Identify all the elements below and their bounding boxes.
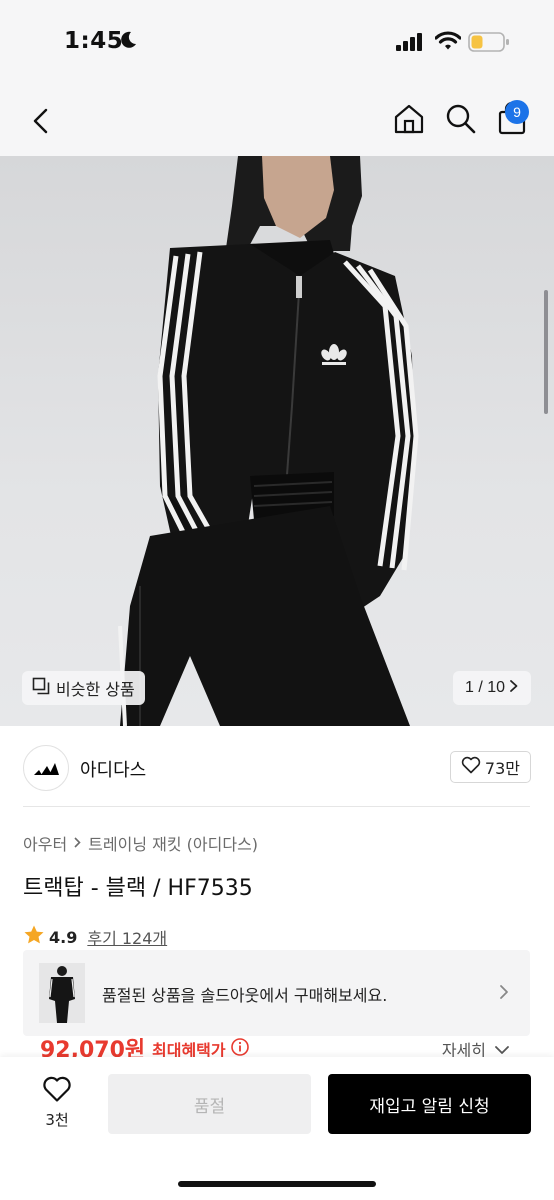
moon-icon — [118, 30, 138, 54]
brand-logo[interactable] — [23, 745, 69, 791]
product-image-gallery[interactable]: 비슷한 상품 1 / 10 — [0, 156, 554, 726]
similar-products-label: 비슷한 상품 — [56, 680, 135, 699]
soldout-banner-text: 품절된 상품을 솔드아웃에서 구매해보세요. — [102, 986, 388, 1005]
chevron-right-icon — [73, 834, 82, 853]
brand-name[interactable]: 아디다스 — [80, 756, 146, 782]
soldout-button: 품절 — [108, 1074, 311, 1134]
product-photo — [118, 156, 419, 726]
review-count-link[interactable]: 후기 124개 — [87, 925, 167, 949]
restock-alert-button[interactable]: 재입고 알림 신청 — [328, 1074, 531, 1134]
home-icon[interactable] — [392, 102, 426, 140]
brand-like-button[interactable]: 73만 — [449, 751, 531, 783]
search-icon[interactable] — [444, 102, 478, 140]
home-indicator — [178, 1181, 376, 1187]
status-bar: 1:45 — [0, 0, 554, 84]
breadcrumb-category-training[interactable]: 트레이닝 재킷 (아디다스) — [88, 831, 258, 855]
star-icon — [23, 924, 45, 950]
breadcrumb-category-outer[interactable]: 아우터 — [23, 831, 67, 855]
back-arrow-icon[interactable] — [24, 104, 58, 138]
product-title: 트랙탑 - 블랙 / HF7535 — [23, 876, 253, 901]
wish-count: 3천 — [45, 1111, 69, 1129]
similar-products-button[interactable]: 비슷한 상품 — [22, 671, 145, 705]
image-counter[interactable]: 1 / 10 — [452, 671, 531, 705]
brand-like-count: 73만 — [484, 759, 520, 778]
chevron-down-icon — [494, 1040, 510, 1059]
soldout-banner[interactable]: 품절된 상품을 솔드아웃에서 구매해보세요. — [23, 950, 530, 1036]
similar-icon — [32, 677, 50, 699]
divider — [23, 806, 530, 807]
bottom-action-bar: 3천 품절 재입고 알림 신청 — [0, 1057, 554, 1200]
rating-score: 4.9 — [49, 927, 78, 947]
cellular-signal-icon — [396, 33, 424, 55]
battery-icon — [468, 31, 510, 57]
chevron-right-icon — [509, 679, 519, 698]
brand-row[interactable]: 아디다스 73만 — [0, 726, 554, 808]
scroll-indicator — [544, 290, 548, 414]
soldout-thumbnail — [39, 963, 85, 1023]
wish-button[interactable]: 3천 — [34, 1075, 80, 1130]
chevron-right-icon — [498, 983, 510, 1005]
heart-icon — [461, 756, 481, 778]
image-counter-label: 1 / 10 — [464, 679, 505, 696]
breadcrumb: 아우터 트레이닝 재킷 (아디다스) — [23, 831, 258, 855]
rating-row: 4.9 후기 124개 — [23, 924, 167, 950]
cart-count-badge: 9 — [505, 100, 529, 124]
wifi-icon — [434, 31, 462, 55]
top-nav: 9 — [0, 84, 554, 156]
status-time: 1:45 — [64, 28, 124, 54]
heart-icon — [42, 1076, 72, 1107]
